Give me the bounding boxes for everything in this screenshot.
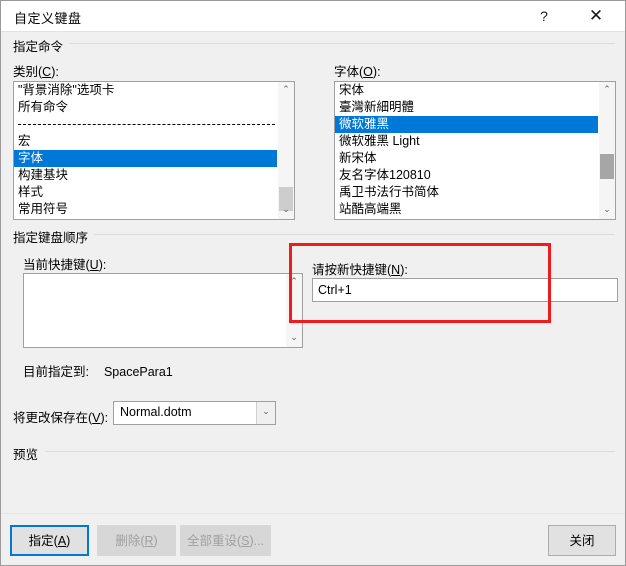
- currently-assigned-to: 目前指定到: SpacePara1: [23, 361, 173, 380]
- list-item[interactable]: 微软雅黑: [335, 116, 598, 133]
- list-item[interactable]: 常用符号: [14, 201, 277, 218]
- list-item[interactable]: 宋体: [335, 82, 598, 99]
- remove-button: 删除(R): [97, 525, 176, 556]
- close-icon[interactable]: ✕: [573, 1, 619, 31]
- list-item[interactable]: 友名字体120810: [335, 167, 598, 184]
- list-separator: [14, 116, 277, 133]
- current-keys-scrollbar[interactable]: ⌃ ⌄: [285, 274, 302, 347]
- fonts-scrollbar[interactable]: ⌃ ⌄: [598, 82, 615, 219]
- group-line-keyboard-sequence: [81, 234, 615, 235]
- customize-keyboard-dialog: 自定义键盘 ? ✕ 指定命令 类别(C): "背景消除"选项卡 所有命令宏字体 构建…: [0, 0, 626, 566]
- assign-button[interactable]: 指定(A): [10, 525, 89, 556]
- new-key-input[interactable]: Ctrl+1: [312, 278, 618, 302]
- scroll-up-icon[interactable]: ⌃: [278, 82, 294, 99]
- list-item[interactable]: 臺灣新細明體: [335, 99, 598, 116]
- group-label-assign-command: 指定命令: [13, 36, 70, 55]
- list-item[interactable]: 新宋体: [335, 150, 598, 167]
- reset-all-button: 全部重设(S)...: [180, 525, 271, 556]
- fonts-list-items: 宋体 臺灣新細明體 微软雅黑 微软雅黑 Light 新宋体 友名字体120810 禹卫书法行…: [335, 82, 598, 219]
- category-listbox[interactable]: "背景消除"选项卡 所有命令宏字体 构建基块 样式 常用符号 ⌃ ⌄: [13, 81, 295, 220]
- list-item[interactable]: 字体: [14, 150, 277, 167]
- group-line-preview: [45, 451, 615, 452]
- close-button[interactable]: 关闭: [548, 525, 616, 556]
- list-item[interactable]: 站酷高端黑: [335, 201, 598, 218]
- fonts-label: 字体(O):: [334, 65, 381, 79]
- chevron-down-icon[interactable]: ⌄: [256, 402, 275, 424]
- assigned-to-value: SpacePara1: [103, 365, 173, 379]
- group-label-preview: 预览: [13, 444, 45, 463]
- save-in-combobox[interactable]: Normal.dotm ⌄: [113, 401, 276, 425]
- list-item[interactable]: "背景消除"选项卡: [14, 82, 277, 99]
- list-item[interactable]: 构建基块: [14, 167, 277, 184]
- bottom-divider: [1, 513, 625, 514]
- current-keys-label: 当前快捷键(U):: [23, 258, 107, 272]
- help-icon[interactable]: ?: [521, 1, 567, 31]
- category-label: 类别(C):: [13, 65, 59, 79]
- category-scrollbar[interactable]: ⌃ ⌄: [277, 82, 294, 219]
- save-in-value: Normal.dotm: [120, 405, 192, 419]
- list-item[interactable]: 微软雅黑 Light: [335, 133, 598, 150]
- list-item[interactable]: 宏: [14, 133, 277, 150]
- scroll-down-icon[interactable]: ⌄: [286, 330, 302, 347]
- scroll-down-icon[interactable]: ⌄: [278, 202, 294, 219]
- scroll-up-icon[interactable]: ⌃: [599, 82, 615, 99]
- list-item[interactable]: 样式: [14, 184, 277, 201]
- scrollbar-thumb[interactable]: [600, 154, 614, 179]
- scroll-down-icon[interactable]: ⌄: [599, 202, 615, 219]
- group-label-keyboard-sequence: 指定键盘顺序: [13, 227, 95, 246]
- assigned-to-prefix: 目前指定到:: [23, 365, 89, 379]
- titlebar-divider: [1, 31, 625, 32]
- current-keys-list-items: [24, 274, 285, 347]
- fonts-listbox[interactable]: 宋体 臺灣新細明體 微软雅黑 微软雅黑 Light 新宋体 友名字体120810 禹卫书法行…: [334, 81, 616, 220]
- save-in-label: 将更改保存在(V):: [13, 411, 109, 425]
- new-key-label: 请按新快捷键(N):: [312, 263, 408, 277]
- category-list-items: "背景消除"选项卡 所有命令宏字体 构建基块 样式 常用符号: [14, 82, 277, 219]
- scroll-up-icon[interactable]: ⌃: [286, 274, 302, 291]
- group-line-assign-command: [67, 43, 615, 44]
- current-keys-listbox[interactable]: ⌃ ⌄: [23, 273, 303, 348]
- window-title: 自定义键盘: [14, 11, 82, 26]
- title-bar: 自定义键盘 ? ✕: [1, 1, 625, 32]
- list-item[interactable]: 禹卫书法行书简体: [335, 184, 598, 201]
- list-item[interactable]: 所有命令: [14, 99, 277, 116]
